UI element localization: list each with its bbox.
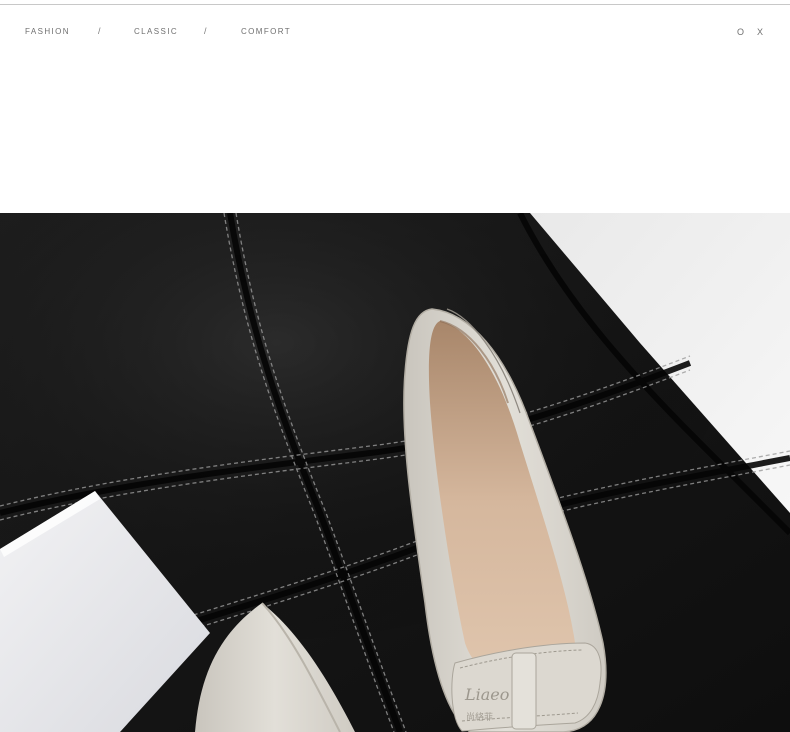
tag-comfort: COMFORT bbox=[241, 27, 292, 36]
top-divider bbox=[0, 4, 790, 5]
bow-logo-text: Liaeo bbox=[464, 685, 509, 704]
corner-mark-x: X bbox=[757, 27, 765, 37]
tag-separator: / bbox=[204, 26, 207, 36]
tag-classic: CLASSIC bbox=[134, 27, 179, 36]
bow-logo-subtext: 尚絡菲 bbox=[466, 711, 493, 723]
product-photo-illustration: Liaeo 尚絡菲 bbox=[0, 213, 790, 732]
tag-separator: / bbox=[98, 26, 101, 36]
product-photo: Liaeo 尚絡菲 bbox=[0, 213, 790, 732]
corner-mark-o: O bbox=[737, 27, 746, 37]
tag-fashion: FASHION bbox=[25, 27, 70, 36]
